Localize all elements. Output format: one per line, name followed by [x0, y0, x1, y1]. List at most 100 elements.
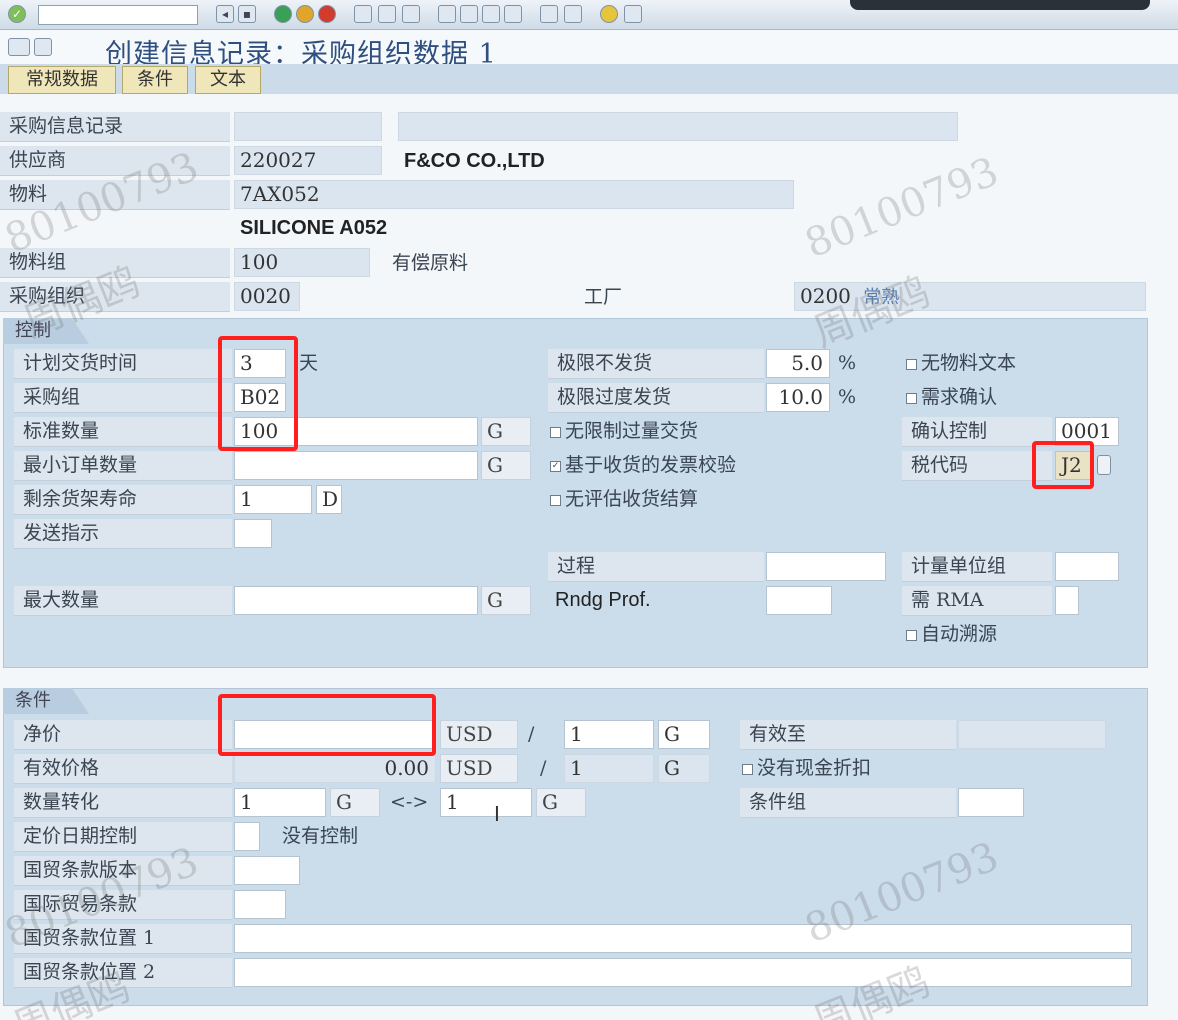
incoterms-version-label: 国贸条款版本	[14, 856, 232, 886]
next-page-icon[interactable]	[482, 5, 500, 23]
prev-page-icon[interactable]	[460, 5, 478, 23]
shelf-life-unit[interactable]: D	[316, 485, 342, 514]
max-qty-unit: G	[481, 586, 531, 615]
print-icon[interactable]	[354, 5, 372, 23]
info-record-desc-field	[398, 112, 958, 141]
material-group-field: 100	[234, 248, 370, 277]
eff-price-unit-uom: G	[658, 754, 710, 783]
valid-to-label: 有效至	[740, 720, 956, 750]
back-icon[interactable]: ◂	[216, 5, 234, 23]
incoterms-version-field[interactable]	[234, 856, 300, 885]
command-field[interactable]	[38, 5, 198, 25]
net-price-label: 净价	[14, 720, 232, 750]
net-price-currency[interactable]: USD	[440, 720, 518, 749]
min-order-unit: G	[481, 451, 531, 480]
find-next-icon[interactable]	[402, 5, 420, 23]
incoterms-field[interactable]	[234, 890, 286, 919]
general-data-button[interactable]: 常规数据	[8, 66, 116, 94]
procedure-field[interactable]	[766, 552, 886, 581]
conditions-button[interactable]: 条件	[122, 66, 188, 94]
gr-iv-box[interactable]: ✓	[550, 460, 561, 472]
rma-label: 需 RMA	[902, 586, 1052, 616]
last-page-icon[interactable]	[504, 5, 522, 23]
unit-group-field[interactable]	[1055, 552, 1119, 581]
planned-delivery-label: 计划交货时间	[14, 349, 232, 379]
window-handle	[850, 0, 1150, 10]
tax-code-label: 税代码	[902, 451, 1052, 481]
std-qty-field[interactable]: 100	[234, 417, 478, 446]
shipping-field[interactable]	[234, 519, 272, 548]
underdel-field[interactable]: 5.0	[766, 349, 830, 378]
valid-to-field	[958, 720, 1106, 749]
rndg-prof-field[interactable]	[766, 586, 832, 615]
navigation-icon[interactable]	[34, 38, 52, 56]
purch-group-field[interactable]: B02	[234, 383, 286, 412]
no-material-text-checkbox[interactable]: 无物料文本	[906, 349, 1016, 377]
std-qty-unit: G	[481, 417, 531, 446]
min-order-label: 最小订单数量	[14, 451, 232, 481]
enter-check-icon[interactable]: ✓	[8, 5, 26, 23]
min-order-field[interactable]	[234, 451, 478, 480]
net-price-field[interactable]	[234, 720, 436, 749]
auto-source-checkbox[interactable]: 自动溯源	[906, 620, 997, 648]
exit-icon[interactable]	[296, 5, 314, 23]
auto-source-box[interactable]	[906, 629, 917, 641]
no-material-text-label: 无物料文本	[921, 352, 1017, 374]
new-session-icon[interactable]	[540, 5, 558, 23]
layout-menu-icon[interactable]	[624, 5, 642, 23]
ack-required-checkbox[interactable]: 需求确认	[906, 383, 997, 411]
cond-group-field[interactable]	[958, 788, 1024, 817]
tax-code-field[interactable]: J2	[1055, 451, 1091, 480]
find-icon[interactable]	[378, 5, 396, 23]
no-cash-discount-box[interactable]	[742, 763, 753, 775]
max-qty-label: 最大数量	[14, 586, 232, 616]
save-icon[interactable]: ▪	[238, 5, 256, 23]
net-price-slash: /	[528, 723, 535, 745]
planned-delivery-field[interactable]: 3	[234, 349, 286, 378]
unit-group-label: 计量单位组	[902, 552, 1052, 582]
help-icon[interactable]	[600, 5, 618, 23]
shelf-life-field[interactable]: 1	[234, 485, 312, 514]
incoterms-loc1-field[interactable]	[234, 924, 1132, 953]
unlimited-overdel-checkbox[interactable]: 无限制过量交货	[550, 417, 698, 445]
cond-group-label: 条件组	[740, 788, 956, 818]
info-record-label: 采购信息记录	[0, 112, 230, 142]
shortcut-icon[interactable]	[564, 5, 582, 23]
overdel-field[interactable]: 10.0	[766, 383, 830, 412]
overdel-unit: %	[838, 386, 857, 408]
rma-field[interactable]	[1055, 586, 1079, 615]
unlimited-overdel-box[interactable]	[550, 426, 561, 438]
max-qty-field[interactable]	[234, 586, 478, 615]
back-nav-icon[interactable]	[274, 5, 292, 23]
price-unit-field[interactable]: 1	[564, 720, 654, 749]
purch-org-label: 采购组织	[0, 282, 230, 312]
text-cursor-icon: I	[494, 802, 500, 826]
gr-iv-checkbox[interactable]: ✓ 基于收货的发票校验	[550, 451, 736, 479]
incoterms-loc2-field[interactable]	[234, 958, 1132, 987]
gr-iv-label: 基于收货的发票校验	[565, 454, 737, 476]
other-info-record-icon[interactable]	[8, 38, 30, 56]
incoterms-loc1-label: 国贸条款位置 1	[14, 924, 232, 954]
texts-button[interactable]: 文本	[195, 66, 261, 94]
purch-group-label: 采购组	[14, 383, 232, 413]
cancel-icon[interactable]	[318, 5, 336, 23]
qty-conversion-arrow: <->	[390, 791, 429, 813]
ers-box[interactable]	[550, 494, 561, 506]
vendor-name: F&CO CO.,LTD	[404, 150, 545, 172]
price-date-field[interactable]	[234, 822, 260, 851]
qty-conversion-left-field[interactable]: 1	[234, 788, 326, 817]
price-unit-uom[interactable]: G	[658, 720, 710, 749]
auto-source-label: 自动溯源	[921, 623, 998, 645]
search-help-icon[interactable]	[1097, 455, 1111, 475]
incoterms-label: 国际贸易条款	[14, 890, 232, 920]
qty-conversion-right-field[interactable]: 1	[440, 788, 532, 817]
unlimited-overdel-label: 无限制过量交货	[565, 420, 699, 442]
vendor-label: 供应商	[0, 146, 230, 176]
no-cash-discount-checkbox[interactable]: 没有现金折扣	[742, 754, 871, 782]
first-page-icon[interactable]	[438, 5, 456, 23]
no-material-text-box[interactable]	[906, 358, 917, 370]
ers-checkbox[interactable]: 无评估收货结算	[550, 485, 698, 513]
procedure-label: 过程	[548, 552, 764, 582]
ack-required-box[interactable]	[906, 392, 917, 404]
conf-ctrl-field[interactable]: 0001	[1055, 417, 1119, 446]
